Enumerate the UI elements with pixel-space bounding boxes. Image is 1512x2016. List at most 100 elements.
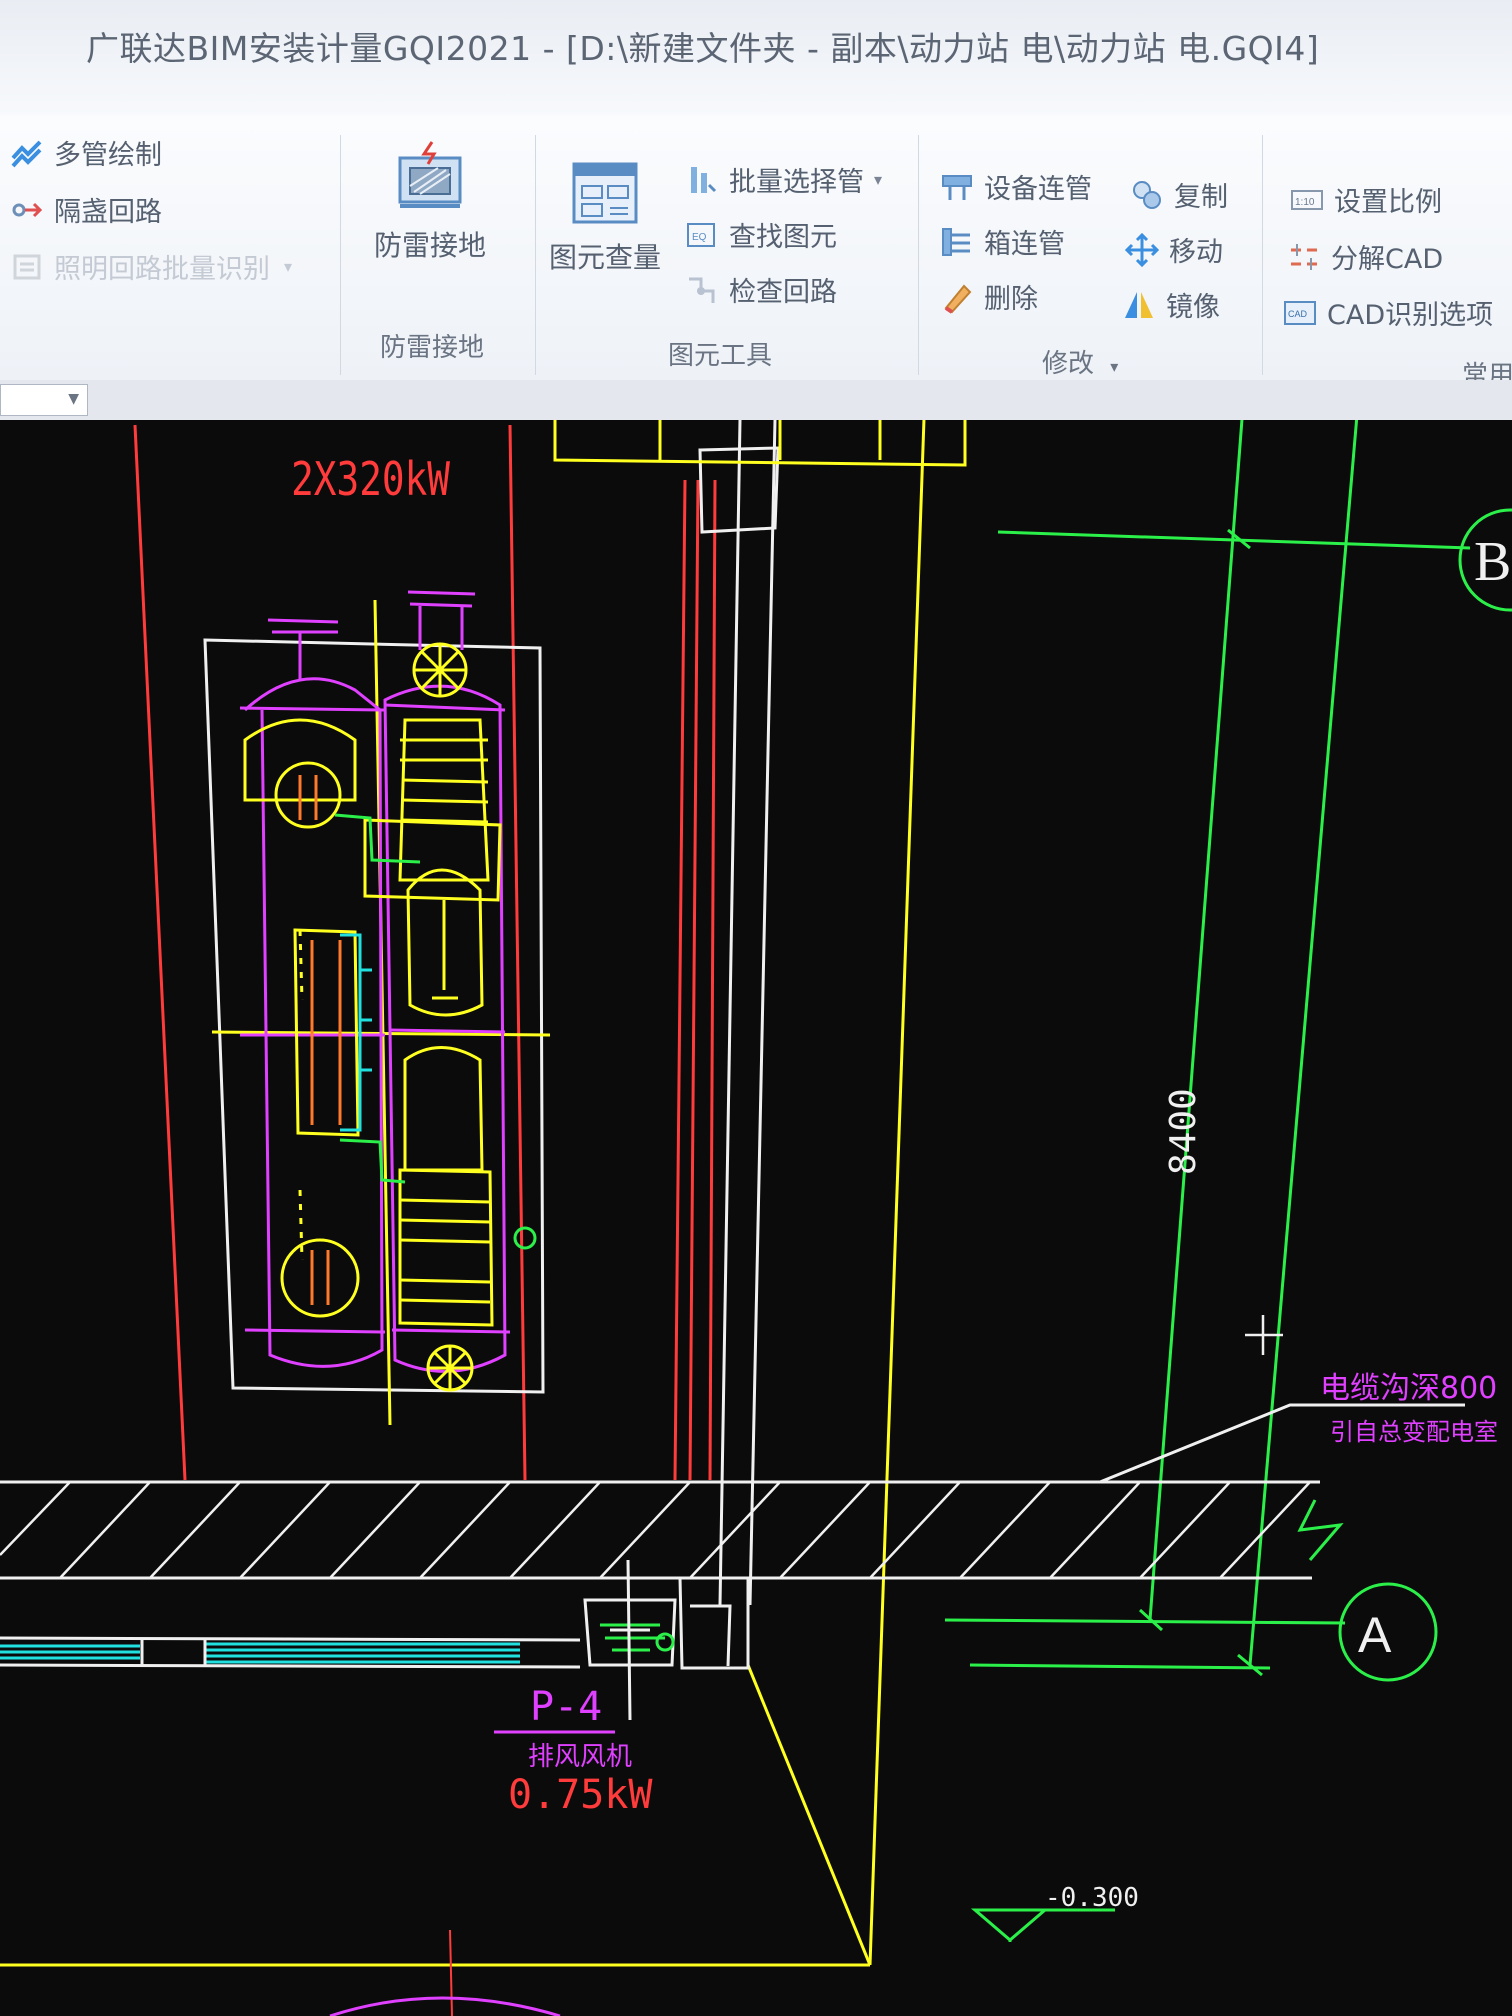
lighting-circuit-batch-recognize-button[interactable]: 照明回路批量识别 ▾	[10, 247, 292, 286]
floor-selector-dropdown[interactable]: ▼	[0, 384, 88, 416]
lighting-recognize-icon	[13, 254, 41, 279]
cad-drawing: 2X320kW 8400 B A P-4 排风风机 0.75kW -0.300 …	[0, 420, 1512, 2016]
green-pipe-connection	[334, 813, 421, 1184]
modify-dropdown-caret-icon: ▾	[1110, 357, 1119, 376]
green-dimension-line	[1148, 420, 1244, 1621]
lightning-group-label: 防雷接地	[380, 333, 485, 363]
white-pit-outline	[678, 1577, 750, 1670]
find-element-label: 查找图元	[729, 222, 837, 253]
top-equipment-outline	[553, 420, 967, 467]
green-axis-line-a	[944, 1618, 1346, 1625]
pump-name-label: 排风风机	[528, 1742, 632, 1772]
title-bar: 广联达BIM安装计量GQI2021 - [D:\新建文件夹 - 副本\动力站 电…	[0, 0, 1512, 115]
batch-select-pipe-label: 批量选择管	[729, 167, 864, 198]
element-quantity-icon	[572, 162, 638, 224]
explode-cad-button[interactable]: 分解CAD	[1287, 237, 1443, 276]
equipment-connect-pipe-label: 设备连管	[984, 174, 1092, 205]
multi-pipe-icon	[11, 140, 42, 167]
mirror-button[interactable]: 镜像	[1122, 285, 1220, 324]
mirror-icon	[1125, 291, 1153, 318]
element-quantity-label: 图元查量	[548, 241, 661, 274]
cable-note-line2: 引自总变配电室	[1330, 1418, 1498, 1446]
find-element-button[interactable]: EQ 查找图元	[685, 215, 837, 254]
green-axis-line	[969, 1663, 1271, 1670]
orange-shaft	[298, 775, 318, 820]
white-shaft-line	[718, 420, 742, 1606]
find-element-icon: EQ	[687, 222, 715, 247]
top-equipment-divider	[658, 420, 882, 460]
red-wall-line-left	[133, 424, 187, 1481]
lightning-ground-button[interactable]: 防雷接地	[365, 140, 495, 264]
chevron-down-icon: ▼	[68, 391, 79, 407]
element-tools-group-label: 图元工具	[668, 341, 773, 371]
move-label: 移动	[1169, 237, 1223, 268]
svg-text:1:10: 1:10	[1295, 197, 1315, 208]
copy-button[interactable]: 复制	[1130, 175, 1228, 214]
scale-icon: 1:10	[1291, 189, 1323, 210]
move-button[interactable]: 移动	[1125, 230, 1223, 269]
explode-cad-label: 分解CAD	[1331, 244, 1444, 275]
set-scale-button[interactable]: 1:10 设置比例	[1290, 180, 1442, 219]
multi-pipe-draw-label: 多管绘制	[54, 140, 162, 171]
green-valve	[513, 1226, 537, 1250]
check-circuit-icon	[689, 277, 715, 303]
red-column-line	[708, 479, 717, 1481]
green-dimension-line	[1248, 420, 1359, 1666]
yellow-boundary-line	[868, 420, 926, 1966]
cyan-lower-pipe	[0, 1642, 520, 1664]
lightning-ground-icon	[398, 141, 462, 208]
pump-power-label: 0.75kW	[508, 1772, 653, 1818]
multi-pipe-draw-button[interactable]: 多管绘制	[10, 133, 162, 172]
eraser-icon	[944, 284, 972, 314]
batch-select-pipe-icon	[691, 166, 717, 193]
cad-options-icon: CAD	[1284, 300, 1316, 325]
cad-recognize-options-label: CAD识别选项	[1327, 300, 1494, 331]
lighting-circuit-batch-label: 照明回路批量识别	[54, 254, 270, 285]
orange-shaft	[310, 1250, 330, 1305]
box-connect-pipe-icon	[942, 227, 970, 256]
ribbon-toolbar: 多管绘制 隔盏回路 照明回路批量识别 ▾ 防雷接地 防雷接地 图元查量 批量选择…	[0, 115, 1512, 391]
box-connect-pipe-button[interactable]: 箱连管	[940, 222, 1065, 261]
check-circuit-button[interactable]: 检查回路	[685, 270, 837, 309]
dimension-8400-label: 8400	[1163, 1088, 1204, 1175]
yellow-diagonal	[746, 1664, 872, 1966]
pump-motor	[655, 1632, 675, 1652]
pump-tag-label: P-4	[530, 1684, 602, 1730]
svg-text:EQ: EQ	[692, 232, 707, 243]
generator-power-label: 2X320kW	[291, 452, 451, 506]
explode-cad-icon	[1291, 243, 1317, 270]
red-bottom-line	[449, 1929, 453, 2016]
batch-select-pipe-button[interactable]: 批量选择管 ▾	[685, 160, 882, 199]
white-shaft-line	[748, 420, 777, 1606]
cad-drawing-canvas[interactable]: 2X320kW 8400 B A P-4 排风风机 0.75kW -0.300 …	[0, 420, 1512, 2016]
group-separator	[918, 135, 919, 375]
yellow-engine-fins	[399, 1198, 491, 1304]
cover-circuit-button[interactable]: 隔盏回路	[10, 190, 162, 229]
batch-select-caret-icon: ▾	[874, 170, 883, 189]
red-column-line	[673, 479, 687, 1481]
yellow-engine-fins	[400, 738, 489, 824]
yellow-tank-axis	[432, 900, 458, 1000]
equipment-connect-pipe-button[interactable]: 设备连管	[940, 167, 1092, 206]
move-arrows-icon	[1125, 232, 1159, 267]
modify-group-label[interactable]: 修改 ▾	[1042, 343, 1118, 380]
cover-circuit-label: 隔盏回路	[54, 197, 162, 228]
group-separator	[535, 135, 536, 375]
delete-label: 删除	[984, 284, 1038, 315]
check-circuit-label: 检查回路	[729, 277, 837, 308]
green-break-symbol	[1297, 1499, 1344, 1561]
group-separator	[340, 135, 341, 375]
equipment-connect-pipe-icon	[942, 174, 972, 200]
grid-label-a: A	[1358, 1607, 1392, 1663]
white-pit-inner	[690, 1604, 732, 1667]
mirror-label: 镜像	[1166, 292, 1220, 323]
delete-button[interactable]: 删除	[940, 277, 1038, 316]
cad-recognize-options-button[interactable]: CAD CAD识别选项	[1283, 293, 1493, 332]
element-quantity-button[interactable]: 图元查量	[545, 160, 665, 276]
red-column-line	[688, 479, 700, 1481]
group-separator	[1262, 135, 1263, 375]
yellow-fan-blades	[428, 1346, 472, 1390]
elevation-label: -0.300	[1045, 1883, 1139, 1913]
cable-note-line1: 电缆沟深800	[1320, 1371, 1497, 1406]
copy-icon	[1133, 180, 1161, 209]
